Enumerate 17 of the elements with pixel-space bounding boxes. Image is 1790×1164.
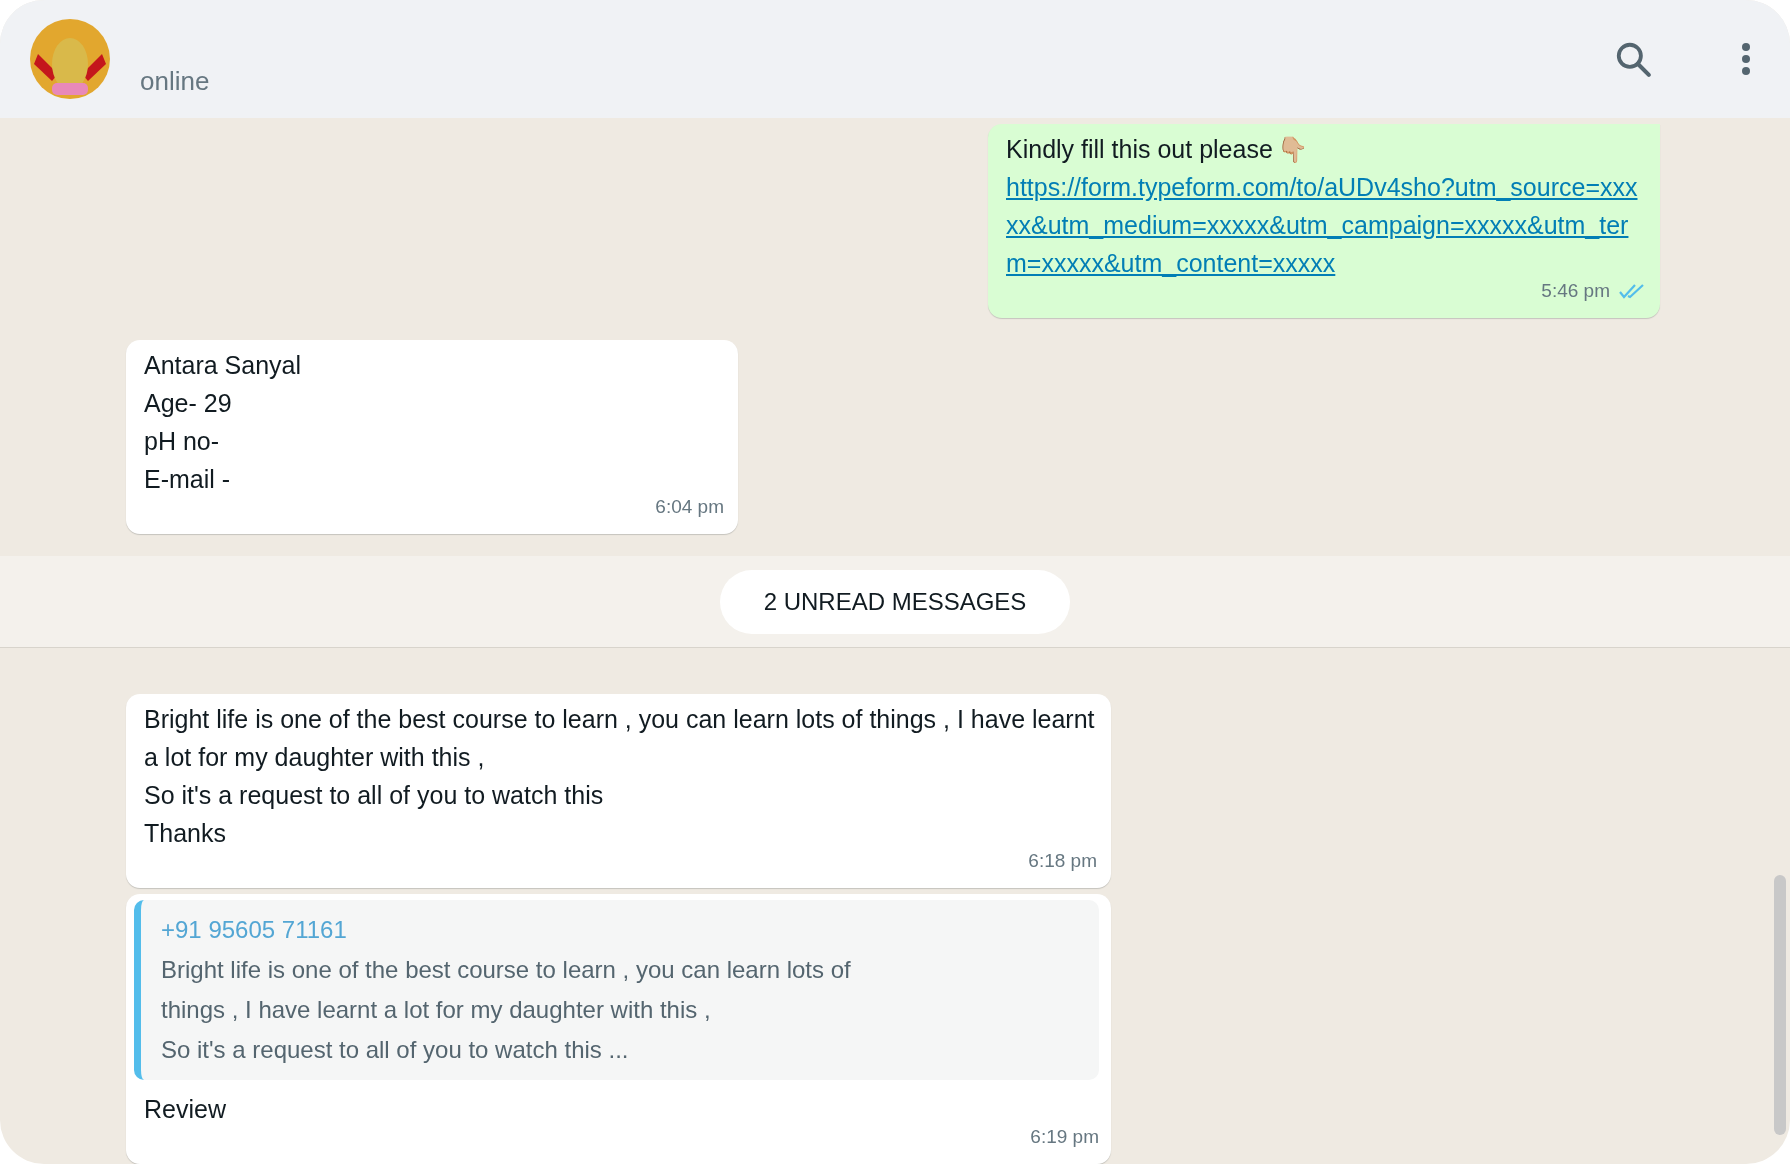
search-icon[interactable] bbox=[1614, 40, 1652, 78]
message-text: Kindly fill this out please bbox=[1006, 134, 1273, 165]
message-time: 5:46 pm bbox=[1541, 279, 1610, 303]
quote-author: +91 95605 71161 bbox=[161, 915, 348, 945]
menu-icon[interactable] bbox=[1740, 42, 1752, 76]
contact-status: online bbox=[140, 64, 211, 98]
quote-text: Bright life is one of the best course to learn , you can learn lots of things , I have learnt a lot for my daughter with this , So it's a request to all of you to watch this ... bbox=[161, 955, 852, 1065]
emoji-icon: 👇🏼 bbox=[1276, 130, 1308, 168]
unread-messages-badge: 2 UNREAD MESSAGES bbox=[719, 569, 1071, 634]
message-time: 6:18 pm bbox=[1028, 849, 1097, 873]
message-text: Antara Sanyal Age- 29 pH no- E-mail - bbox=[144, 350, 303, 495]
message-time: 6:19 pm bbox=[1030, 1125, 1099, 1149]
message-text: Bright life is one of the best course to learn , you can learn lots of things , I have learnt a lot for my daughter with this , So it's a request to all of you to watch this Thanks bbox=[144, 704, 1096, 849]
link[interactable]: https://form.typeform.com/to/aUDv4sho?utm_source=xxxxx&utm_medium=xxxxx&utm_campaign=xxxxx&utm_term=xxxxx&utm_content=xxxxx bbox=[1006, 168, 1646, 282]
scrollbar-thumb[interactable] bbox=[1774, 875, 1786, 1135]
message-time: 6:04 pm bbox=[655, 495, 724, 519]
message-text: Review bbox=[144, 1094, 227, 1125]
